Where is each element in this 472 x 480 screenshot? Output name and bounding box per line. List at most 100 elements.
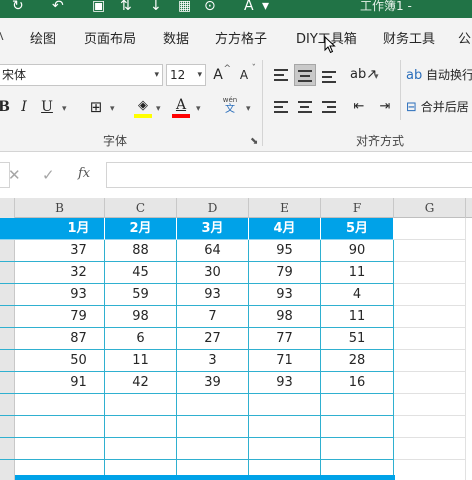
grid-cell[interactable] bbox=[0, 372, 53, 394]
align-top-button[interactable] bbox=[274, 69, 288, 84]
grid-cell[interactable] bbox=[53, 416, 105, 438]
grid-cell[interactable] bbox=[394, 460, 466, 480]
grid-cell[interactable] bbox=[394, 262, 466, 284]
chevron-down-icon[interactable]: ▾ bbox=[110, 104, 115, 114]
grid-cell[interactable]: 28 bbox=[321, 350, 394, 372]
increase-indent-button[interactable]: ⇥ bbox=[376, 96, 394, 118]
grid-cell[interactable] bbox=[394, 416, 466, 438]
grid-cell[interactable] bbox=[0, 416, 53, 438]
grid-cell[interactable]: 11 bbox=[321, 262, 394, 284]
dialog-launcher-icon[interactable]: ⬊ bbox=[250, 136, 258, 147]
grid-cell[interactable]: 32 bbox=[53, 262, 105, 284]
grid-cell[interactable] bbox=[0, 438, 53, 460]
grid-cell[interactable] bbox=[0, 306, 53, 328]
grid-cell[interactable]: 59 bbox=[105, 284, 177, 306]
grid-cell[interactable] bbox=[0, 218, 53, 240]
grid-cell[interactable] bbox=[0, 262, 53, 284]
save-icon[interactable]: ▣ bbox=[92, 0, 105, 16]
align-left-button[interactable] bbox=[274, 101, 288, 116]
orientation-button[interactable]: ab↗ bbox=[350, 64, 377, 86]
grid-cell[interactable]: 37 bbox=[53, 240, 105, 262]
grid-cell[interactable]: 93 bbox=[53, 284, 105, 306]
grid-cell[interactable]: 93 bbox=[249, 372, 321, 394]
grid-cell[interactable] bbox=[177, 394, 249, 416]
grid-cell[interactable]: 3 bbox=[177, 350, 249, 372]
tab-scroll-left-icon[interactable]: ᐱ bbox=[0, 30, 4, 43]
column-header-b[interactable]: B bbox=[15, 198, 105, 218]
grid-cell[interactable]: 30 bbox=[177, 262, 249, 284]
search-icon[interactable]: ⊙ bbox=[204, 0, 216, 16]
grid-cell[interactable]: 77 bbox=[249, 328, 321, 350]
chevron-down-icon[interactable]: ▾ bbox=[246, 104, 251, 114]
undo-icon[interactable]: ↶ bbox=[52, 0, 64, 16]
grid-cell[interactable] bbox=[394, 328, 466, 350]
grid-cell[interactable] bbox=[0, 350, 53, 372]
enter-check-icon[interactable]: ✓ bbox=[42, 166, 55, 184]
grid-cell[interactable]: 45 bbox=[105, 262, 177, 284]
chevron-down-icon[interactable]: ▾ bbox=[62, 104, 67, 114]
grid-cell[interactable]: 6 bbox=[105, 328, 177, 350]
grid-cell[interactable] bbox=[321, 438, 394, 460]
grid-cell[interactable]: 98 bbox=[105, 306, 177, 328]
column-header-f[interactable]: F bbox=[321, 198, 394, 218]
font-name-select[interactable]: 宋体 ▾ bbox=[0, 64, 163, 86]
tab-data[interactable]: 数据 bbox=[163, 28, 189, 47]
sort-az-icon[interactable]: ↓ bbox=[150, 0, 162, 16]
column-header-d[interactable]: D bbox=[177, 198, 249, 218]
grid-cell[interactable]: 16 bbox=[321, 372, 394, 394]
align-center-button[interactable] bbox=[298, 101, 312, 116]
sort-icon[interactable]: ⇅ bbox=[120, 0, 132, 16]
grid-cell[interactable] bbox=[0, 240, 53, 262]
phonetic-guide-button[interactable]: wén 文 bbox=[218, 96, 242, 118]
cancel-icon[interactable]: ✕ bbox=[8, 166, 21, 184]
table-icon[interactable]: ▦ bbox=[178, 0, 191, 16]
grid-cell[interactable] bbox=[105, 438, 177, 460]
align-bottom-button[interactable] bbox=[322, 71, 336, 86]
grid-cell[interactable] bbox=[321, 416, 394, 438]
grid-cell[interactable]: 87 bbox=[53, 328, 105, 350]
insert-function-button[interactable]: fx bbox=[78, 166, 90, 181]
month-header-cell[interactable]: 2月 bbox=[105, 218, 177, 240]
grid-cell[interactable] bbox=[249, 438, 321, 460]
grid-cell[interactable] bbox=[394, 284, 466, 306]
month-header-cell[interactable]: 4月 bbox=[249, 218, 321, 240]
grid-cell[interactable] bbox=[177, 438, 249, 460]
tab-finance-tools[interactable]: 财务工具 bbox=[383, 28, 435, 47]
grid-cell[interactable]: 27 bbox=[177, 328, 249, 350]
borders-button[interactable]: ⊞ bbox=[88, 96, 104, 118]
grid-cell[interactable] bbox=[105, 416, 177, 438]
grid-cell[interactable]: 93 bbox=[177, 284, 249, 306]
grid-cell[interactable]: 42 bbox=[105, 372, 177, 394]
column-header-g[interactable]: G bbox=[394, 198, 466, 218]
column-header-c[interactable]: C bbox=[105, 198, 177, 218]
grid-cell[interactable] bbox=[249, 394, 321, 416]
grid-cell[interactable]: 50 bbox=[53, 350, 105, 372]
grid-cell[interactable]: 95 bbox=[249, 240, 321, 262]
grid-cell[interactable]: 93 bbox=[249, 284, 321, 306]
grid-cell[interactable] bbox=[394, 372, 466, 394]
chevron-down-icon[interactable]: ▾ bbox=[156, 104, 161, 114]
chevron-down-icon[interactable]: ▾ bbox=[374, 72, 379, 82]
italic-button[interactable]: I bbox=[18, 96, 30, 118]
grid-cell[interactable]: 90 bbox=[321, 240, 394, 262]
grid-cell[interactable] bbox=[394, 240, 466, 262]
month-header-cell[interactable]: 5月 bbox=[321, 218, 394, 240]
grow-font-button[interactable]: A ^ bbox=[210, 64, 231, 86]
grid-cell[interactable]: 39 bbox=[177, 372, 249, 394]
underline-button[interactable]: U bbox=[40, 96, 54, 118]
grid-cell[interactable]: 98 bbox=[249, 306, 321, 328]
grid-cell[interactable]: 91 bbox=[53, 372, 105, 394]
tab-fangfang[interactable]: 方方格子 bbox=[215, 28, 267, 47]
grid-cell[interactable]: 79 bbox=[53, 306, 105, 328]
month-header-cell[interactable]: 1月 bbox=[53, 218, 105, 240]
formula-input[interactable] bbox=[106, 162, 472, 188]
grid-cell[interactable] bbox=[321, 394, 394, 416]
grid-cell[interactable] bbox=[177, 416, 249, 438]
grid-cell[interactable] bbox=[394, 306, 466, 328]
decrease-indent-button[interactable]: ⇤ bbox=[350, 96, 368, 118]
bold-button[interactable]: B bbox=[0, 96, 10, 118]
grid-cell[interactable]: 11 bbox=[105, 350, 177, 372]
fill-color-button[interactable]: ◈ bbox=[134, 94, 152, 118]
grid-cell[interactable]: 71 bbox=[249, 350, 321, 372]
font-color-button[interactable]: A bbox=[172, 94, 190, 118]
